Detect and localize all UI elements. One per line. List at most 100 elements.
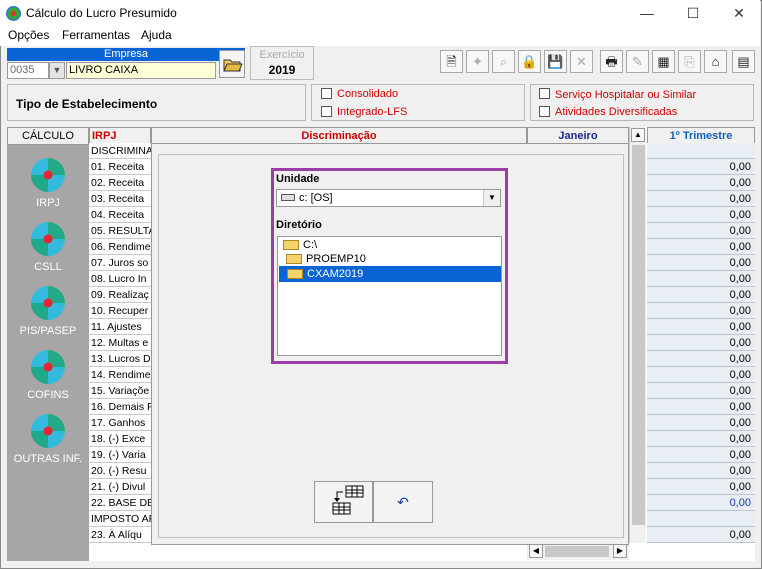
maximize-button[interactable]: ☐ xyxy=(670,0,716,26)
table-row-label[interactable]: 10. Recuper xyxy=(89,303,151,319)
table-row-value[interactable]: 0,00 xyxy=(647,447,755,463)
drive-select[interactable]: c: [OS] xyxy=(276,189,501,207)
delete-icon[interactable]: ✕ xyxy=(570,50,593,73)
table-row-value[interactable]: 0,00 xyxy=(647,239,755,255)
table-row-label[interactable]: 13. Lucros D xyxy=(89,351,151,367)
sidebar-item-label: IRPJ xyxy=(36,197,60,209)
table-row-label[interactable]: 14. Rendime xyxy=(89,367,151,383)
table-row-label[interactable]: 20. (-) Resu xyxy=(89,463,151,479)
vertical-scrollbar[interactable]: ▲ xyxy=(629,127,646,543)
close-button[interactable]: ✕ xyxy=(716,0,762,26)
scroll-up-icon[interactable]: ▲ xyxy=(631,128,645,142)
table-row-value[interactable]: 0,00 xyxy=(647,527,755,543)
table-row-label[interactable]: DISCRIMINA xyxy=(89,143,151,159)
save-icon[interactable]: 💾 xyxy=(544,50,567,73)
empresa-code-field[interactable]: 0035 xyxy=(7,62,49,79)
atividades-diversificadas-checkbox[interactable] xyxy=(539,106,550,117)
table-row-label[interactable]: 16. Demais F xyxy=(89,399,151,415)
table-row-value[interactable]: 0,00 xyxy=(647,495,755,511)
table-row-value[interactable]: 0,00 xyxy=(647,255,755,271)
consolidado-checkbox[interactable] xyxy=(321,88,332,99)
table-row-value[interactable]: 0,00 xyxy=(647,335,755,351)
table-row-value[interactable]: 0,00 xyxy=(647,319,755,335)
scroll-thumb[interactable] xyxy=(632,145,645,525)
new-document-icon[interactable]: 🗎 xyxy=(440,50,463,73)
table-row-label[interactable]: 01. Receita xyxy=(89,159,151,175)
print-icon[interactable]: 🖶 xyxy=(600,50,623,73)
sidebar-item-outras-inf[interactable]: OUTRAS INF. xyxy=(7,414,89,465)
scroll-right-icon[interactable]: ▶ xyxy=(613,544,627,558)
table-row-value[interactable]: 0,00 xyxy=(647,223,755,239)
table-row-label[interactable]: 07. Juros so xyxy=(89,255,151,271)
table-row-label[interactable]: 09. Realizaç xyxy=(89,287,151,303)
table-row-value[interactable]: 0,00 xyxy=(647,207,755,223)
menu-opcoes[interactable]: Opções xyxy=(8,28,49,42)
table-row-value[interactable]: 0,00 xyxy=(647,175,755,191)
table-row-value[interactable]: 0,00 xyxy=(647,383,755,399)
table-row-label[interactable]: 03. Receita xyxy=(89,191,151,207)
table-row-value[interactable]: 0,00 xyxy=(647,399,755,415)
table-row-label[interactable]: 12. Multas e xyxy=(89,335,151,351)
table-row-value[interactable]: 0,00 xyxy=(647,287,755,303)
table-row-label[interactable]: 08. Lucro In xyxy=(89,271,151,287)
window-title: Cálculo do Lucro Presumido xyxy=(26,6,177,20)
sidebar-item-pis-pasep[interactable]: PIS/PASEP xyxy=(7,286,89,337)
sidebar-item-csll[interactable]: CSLL xyxy=(7,222,89,273)
dir-item-proemp10[interactable]: PROEMP10 xyxy=(284,251,366,267)
table-row-value[interactable]: 0,00 xyxy=(647,351,755,367)
horizontal-scrollbar[interactable]: ◀ ▶ xyxy=(527,543,629,560)
lock-icon[interactable]: 🔒 xyxy=(518,50,541,73)
sidebar-item-label: CSLL xyxy=(34,261,62,273)
search-icon[interactable]: ⌕ xyxy=(492,50,515,73)
tools-icon[interactable]: ✎ xyxy=(626,50,649,73)
sidebar-item-cofins[interactable]: COFINS xyxy=(7,350,89,401)
open-folder-button[interactable] xyxy=(219,50,245,78)
empresa-name-field[interactable]: LIVRO CAIXA xyxy=(66,62,216,79)
dir-label: CXAM2019 xyxy=(307,268,364,280)
table-row-value[interactable]: 0,00 xyxy=(647,479,755,495)
hscroll-thumb[interactable] xyxy=(545,546,609,557)
table-row-value[interactable]: 0,00 xyxy=(647,271,755,287)
table-row-value[interactable]: 0,00 xyxy=(647,463,755,479)
table-row-label[interactable]: 19. (-) Varia xyxy=(89,447,151,463)
table-row-label[interactable]: 21. (-) Divul xyxy=(89,479,151,495)
network-icon[interactable]: ⌂ xyxy=(704,50,727,73)
table-row-label[interactable]: 23. À Alíqu xyxy=(89,527,151,543)
sidebar-item-label: PIS/PASEP xyxy=(19,325,77,337)
table-row-label[interactable]: 18. (-) Exce xyxy=(89,431,151,447)
table-row-label[interactable]: 06. Rendime xyxy=(89,239,151,255)
calculate-icon[interactable]: ▦ xyxy=(652,50,675,73)
chevron-down-icon[interactable]: ▼ xyxy=(483,190,500,206)
empresa-spinner-icon[interactable]: ▼ xyxy=(49,62,65,79)
table-row-value[interactable]: 0,00 xyxy=(647,159,755,175)
export-icon[interactable]: ⎘ xyxy=(678,50,701,73)
table-row-label[interactable]: IMPOSTO AP xyxy=(89,511,151,527)
table-row-value[interactable] xyxy=(647,143,755,159)
integrado-lfs-checkbox[interactable] xyxy=(321,106,332,117)
undo-button[interactable]: ↶ xyxy=(373,481,433,523)
table-row-value[interactable]: 0,00 xyxy=(647,303,755,319)
servico-hospitalar-checkbox[interactable] xyxy=(539,88,550,99)
table-row-value[interactable]: 0,00 xyxy=(647,431,755,447)
table-row-label[interactable]: 11. Ajustes xyxy=(89,319,151,335)
sidebar-item-irpj[interactable]: IRPJ xyxy=(7,158,89,209)
menu-ferramentas[interactable]: Ferramentas xyxy=(62,28,130,42)
table-row-label[interactable]: 02. Receita xyxy=(89,175,151,191)
minimize-button[interactable]: — xyxy=(624,0,670,26)
table-row-label[interactable]: 05. RESULTA xyxy=(89,223,151,239)
menu-ajuda[interactable]: Ajuda xyxy=(141,28,172,42)
table-row-label[interactable]: 04. Receita xyxy=(89,207,151,223)
table-row-value[interactable] xyxy=(647,511,755,527)
table-row-value[interactable]: 0,00 xyxy=(647,415,755,431)
table-row-value[interactable]: 0,00 xyxy=(647,367,755,383)
exercicio-label: Exercício xyxy=(259,49,305,61)
table-row-label[interactable]: 17. Ganhos xyxy=(89,415,151,431)
table-row-label[interactable]: 22. BASE DE xyxy=(89,495,151,511)
dir-item-cxam2019[interactable]: CXAM2019 xyxy=(279,266,501,282)
table-row-label[interactable]: 15. Variaçõe xyxy=(89,383,151,399)
calendar-icon[interactable]: ▤ xyxy=(732,50,755,73)
apply-grid-button[interactable] xyxy=(314,481,373,523)
scroll-left-icon[interactable]: ◀ xyxy=(529,544,543,558)
table-row-value[interactable]: 0,00 xyxy=(647,191,755,207)
navigate-icon[interactable]: ✦ xyxy=(466,50,489,73)
